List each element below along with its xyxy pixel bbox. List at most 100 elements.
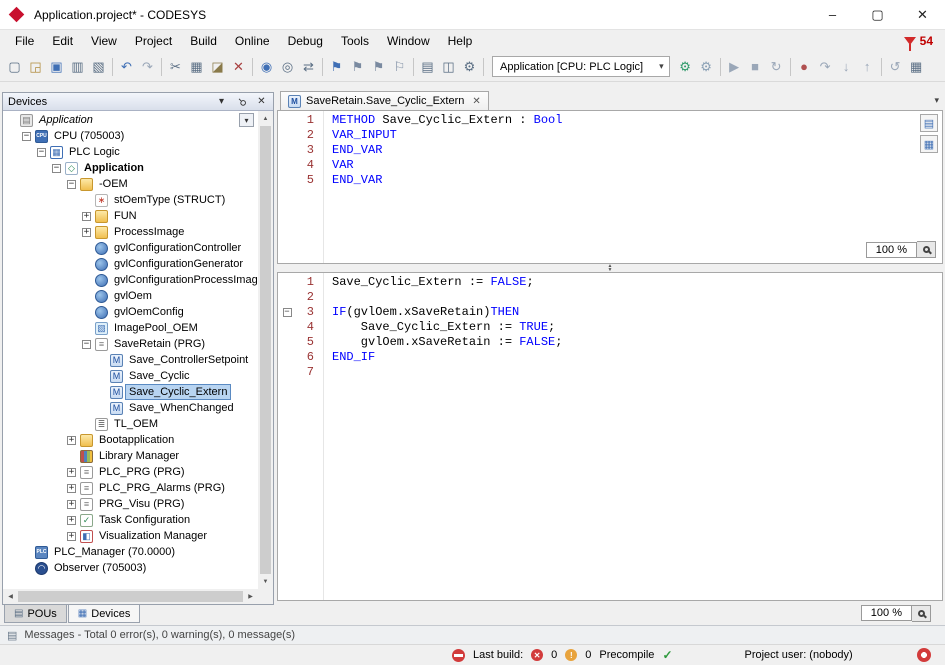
save-button[interactable]: ▣ [46,56,67,78]
expand-icon[interactable]: + [67,468,76,477]
menu-debug[interactable]: Debug [279,31,332,51]
panel-menu-dropdown-icon[interactable]: ▾ [215,96,228,107]
start-button[interactable]: ▶ [724,56,745,78]
undo-button[interactable]: ↶ [116,56,137,78]
panel-tab-devices[interactable]: ▦Devices [68,605,141,623]
login-button[interactable]: ⚙ [675,56,696,78]
devices-vertical-scrollbar[interactable]: ▲ ▼ [258,111,273,589]
collapse-icon[interactable]: − [37,148,46,157]
bookmark-clear-button[interactable]: ⚐ [389,56,410,78]
tree-item-save-cyclic[interactable]: MSave_Cyclic [3,368,258,384]
tree-item-plc-prg-prg[interactable]: +≡PLC_PRG (PRG) [3,464,258,480]
implementation-editor[interactable]: 1Save_Cyclic_Extern := FALSE;2−3IF(gvlOe… [277,272,943,601]
tree-item-saveretain-prg[interactable]: −≡SaveRetain (PRG) [3,336,258,352]
expand-icon[interactable]: + [67,484,76,493]
tree-item-application[interactable]: −◇Application [3,160,258,176]
scroll-up-icon[interactable]: ▲ [258,111,273,126]
tree-item-gvloemconfig[interactable]: gvlOemConfig [3,304,258,320]
tree-item-save-whenchanged[interactable]: MSave_WhenChanged [3,400,258,416]
menu-project[interactable]: Project [126,31,181,51]
declaration-tabular-view-button[interactable]: ▦ [920,135,938,153]
declarations-view-button[interactable]: ▤ [417,56,438,78]
tree-item-plc-prg-alarms-prg[interactable]: +≡PLC_PRG_Alarms (PRG) [3,480,258,496]
devices-horizontal-scrollbar[interactable]: ◀ ▶ [3,589,258,604]
paste-button[interactable]: ◪ [207,56,228,78]
implementation-zoom-button[interactable] [912,605,931,622]
print-preview-button[interactable]: ▧ [88,56,109,78]
panel-close-icon[interactable]: ✕ [255,96,268,107]
menu-online[interactable]: Online [226,31,279,51]
expand-icon[interactable]: + [67,500,76,509]
step-into-button[interactable]: ↓ [836,56,857,78]
tree-item-save-controllersetpoint[interactable]: MSave_ControllerSetpoint [3,352,258,368]
expand-icon[interactable]: + [67,516,76,525]
menu-view[interactable]: View [82,31,126,51]
panel-tab-pous[interactable]: ▤POUs [4,605,67,623]
find-button[interactable]: ◉ [256,56,277,78]
scroll-down-icon[interactable]: ▼ [258,574,273,589]
tree-item-gvlconfigurationgenerator[interactable]: gvlConfigurationGenerator [3,256,258,272]
menu-window[interactable]: Window [378,31,439,51]
bookmark-next-button[interactable]: ⚑ [347,56,368,78]
online-config-button[interactable]: ⚙ [696,56,717,78]
step-out-button[interactable]: ↑ [857,56,878,78]
cut-button[interactable]: ✂ [165,56,186,78]
fold-minus-icon[interactable]: − [283,308,292,317]
tab-list-dropdown-icon[interactable]: ▾ [934,95,939,106]
expand-icon[interactable]: + [67,436,76,445]
redo-button[interactable]: ↷ [137,56,158,78]
tree-item-oem[interactable]: −-OEM [3,176,258,192]
tree-item-observer-705003[interactable]: ◠Observer (705003) [3,560,258,576]
declaration-editor[interactable]: 1METHOD Save_Cyclic_Extern : Bool2VAR_IN… [277,111,943,264]
tree-item-visualization-manager[interactable]: +◧Visualization Manager [3,528,258,544]
bookmark-previous-button[interactable]: ⚑ [368,56,389,78]
tree-item-plc-manager-70-0000[interactable]: PLCPLC_Manager (70.0000) [3,544,258,560]
messages-bar[interactable]: ▤ Messages - Total 0 error(s), 0 warning… [0,625,945,645]
new-file-button[interactable]: ▢ [4,56,25,78]
minimize-button[interactable]: – [810,0,855,29]
reset-button[interactable]: ↺ [885,56,906,78]
device-filter-dropdown[interactable]: ▾ [239,113,254,127]
tree-item-save-cyclic-extern[interactable]: MSave_Cyclic_Extern [3,384,258,400]
tree-item-gvloem[interactable]: gvlOem [3,288,258,304]
tree-item-gvlconfigurationcontroller[interactable]: gvlConfigurationController [3,240,258,256]
tree-item-imagepool-oem[interactable]: ▧ImagePool_OEM [3,320,258,336]
tree-item-cpu-705003[interactable]: −CPUCPU (705003) [3,128,258,144]
collapse-icon[interactable]: − [52,164,61,173]
declaration-zoom-button[interactable] [917,241,936,258]
close-button[interactable]: ✕ [900,0,945,29]
tree-item-library-manager[interactable]: Library Manager [3,448,258,464]
open-project-button[interactable]: ◲ [25,56,46,78]
toggle-breakpoint-button[interactable]: ● [794,56,815,78]
menu-file[interactable]: File [6,31,43,51]
window-layout-button[interactable]: ▦ [906,56,927,78]
bookmark-toggle-button[interactable]: ⚑ [326,56,347,78]
expand-icon[interactable]: + [82,228,91,237]
cross-reference-button[interactable]: ◫ [438,56,459,78]
single-cycle-button[interactable]: ↻ [766,56,787,78]
declaration-textual-view-button[interactable]: ▤ [920,114,938,132]
tree-item-application[interactable]: ▤Application▾ [3,112,258,128]
collapse-icon[interactable]: − [22,132,31,141]
scroll-left-icon[interactable]: ◀ [3,589,18,604]
tree-item-plc-logic[interactable]: −▦PLC Logic [3,144,258,160]
menu-tools[interactable]: Tools [332,31,378,51]
collapse-icon[interactable]: − [67,180,76,189]
copy-button[interactable]: ▦ [186,56,207,78]
pragma-filter[interactable]: 54 [904,34,933,48]
scroll-right-icon[interactable]: ▶ [243,589,258,604]
active-application-combo[interactable]: Application [CPU: PLC Logic]▾ [492,56,670,77]
stop-button[interactable]: ■ [745,56,766,78]
horizontal-scroll-thumb[interactable] [18,591,243,602]
pin-icon[interactable]: ⚲ [235,96,248,107]
step-over-button[interactable]: ↷ [815,56,836,78]
menu-help[interactable]: Help [439,31,482,51]
tree-item-fun[interactable]: +FUN [3,208,258,224]
tab-close-icon[interactable]: ✕ [472,96,480,107]
tree-item-task-configuration[interactable]: +✓Task Configuration [3,512,258,528]
expand-icon[interactable]: + [82,212,91,221]
menu-edit[interactable]: Edit [43,31,82,51]
maximize-button[interactable]: ▢ [855,0,900,29]
find-next-button[interactable]: ◎ [277,56,298,78]
tree-item-processimage[interactable]: +ProcessImage [3,224,258,240]
